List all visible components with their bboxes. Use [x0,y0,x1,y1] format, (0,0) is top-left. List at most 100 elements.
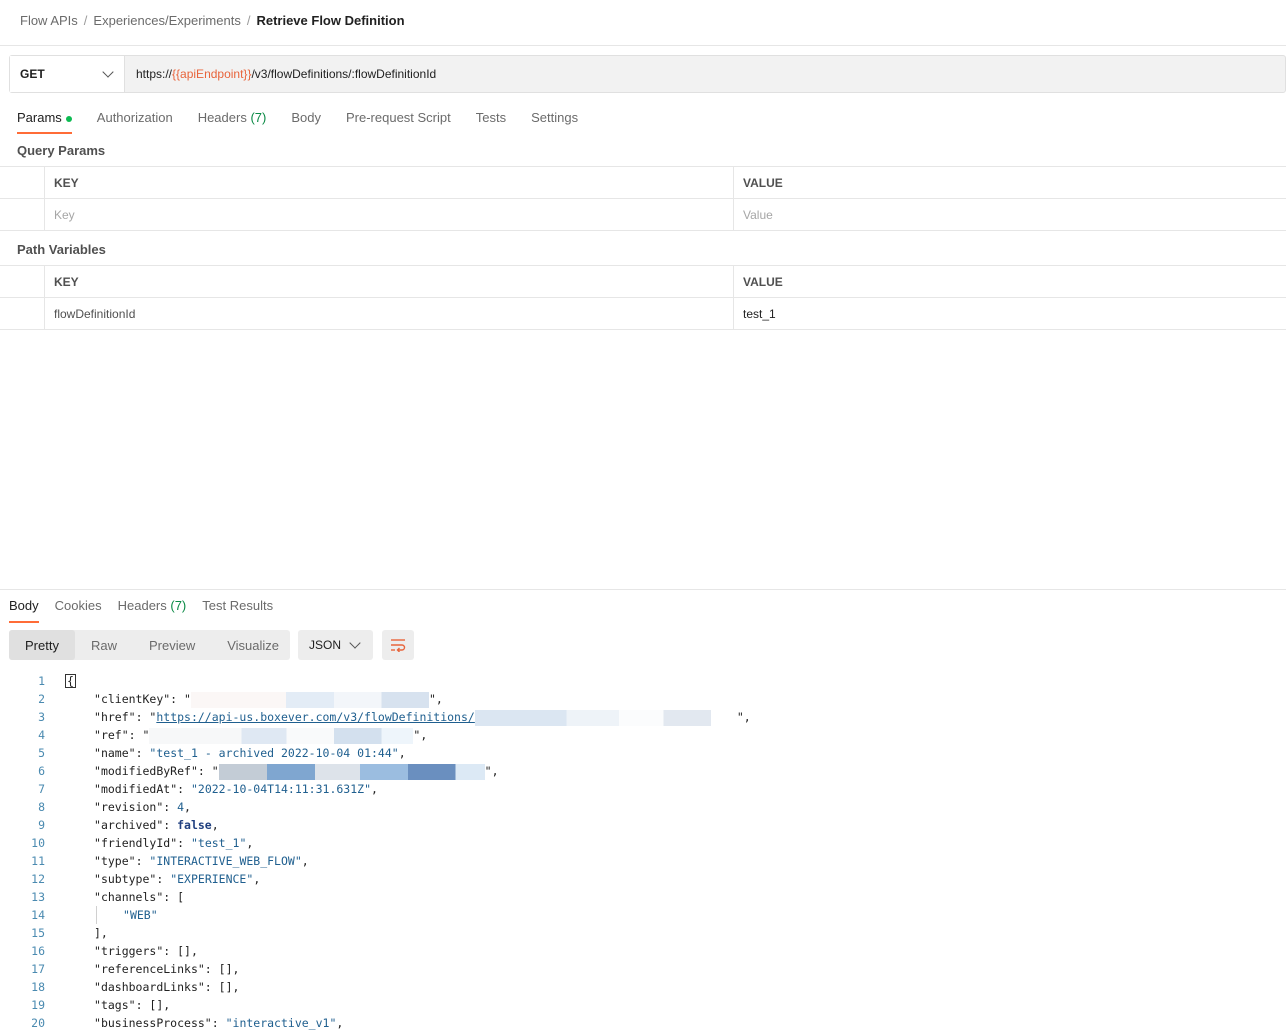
response-tab-headers[interactable]: Headers (7) [118,598,187,622]
breadcrumb-item-experiences[interactable]: Experiences/Experiments [93,13,240,28]
key-column-header: KEY [45,167,734,198]
view-preview-button[interactable]: Preview [133,630,211,660]
tab-headers[interactable]: Headers (7) [198,110,267,133]
json-empty-array: [] [218,980,233,994]
wrap-lines-icon [391,639,406,652]
tab-headers-count: (7) [250,110,267,125]
json-key: subtype [100,872,150,886]
code-line: 1{ [0,672,1286,690]
row-gutter [0,199,45,230]
code-line: 8 "revision": 4, [0,798,1286,816]
line-number: 11 [31,854,45,868]
json-key: name [100,746,129,760]
query-params-title: Query Params [17,143,106,158]
code-line: 3 "href": "https://api-us.boxever.com/v3/… [0,708,1286,726]
code-line: 12 "subtype": "EXPERIENCE", [0,870,1286,888]
tab-tests[interactable]: Tests [476,110,506,133]
line-number: 4 [38,728,45,742]
row-gutter [0,298,45,329]
code-line: 5 "name": "test_1 - archived 2022-10-04 0… [0,744,1286,762]
json-string-value: INTERACTIVE_WEB_FLOW [156,854,295,868]
line-number: 14 [31,908,45,922]
tab-pre-request-script[interactable]: Pre-request Script [346,110,451,133]
redacted-value [218,763,485,780]
line-number: 8 [38,800,45,814]
wrap-lines-button[interactable] [382,630,414,660]
path-value-cell[interactable]: test_1 [734,298,1286,329]
line-number: 10 [31,836,45,850]
redacted-value [474,709,737,726]
page-title[interactable]: Retrieve Flow Definition [256,13,404,28]
table-header-row: KEY VALUE [0,167,1286,199]
value-column-header: VALUE [743,175,783,190]
query-params-table: KEY VALUE [0,166,1286,231]
tab-authorization[interactable]: Authorization [97,110,173,133]
format-select[interactable]: JSON [298,630,373,660]
line-number: 6 [38,764,45,778]
response-code-viewer[interactable]: 1{ 2 "clientKey": " ", 3 "href": "https://a… [0,672,1286,1032]
response-tab-body[interactable]: Body [9,598,39,623]
close-bracket: ], [94,926,108,940]
code-line: 13 "channels": [ [0,888,1286,906]
method-select[interactable]: GET [10,56,125,92]
line-number: 19 [31,998,45,1012]
tab-settings-label: Settings [531,110,579,125]
response-tab-cookies[interactable]: Cookies [55,598,102,622]
code-line: 19 "tags": [], [0,996,1286,1014]
table-row [0,199,1286,231]
json-key: ref [100,728,122,742]
json-key: modifiedByRef [100,764,191,778]
row-gutter [0,266,45,297]
breadcrumb: Flow APIs / Experiences/Experiments / Re… [20,13,405,28]
view-pretty-button[interactable]: Pretty [9,630,75,660]
chevron-down-icon [349,637,361,649]
json-empty-array: [] [149,998,164,1012]
json-key: tags [100,998,129,1012]
view-mode-group: Pretty Raw Preview Visualize [9,630,290,660]
query-key-input[interactable] [54,207,733,222]
response-tab-headers-count: (7) [170,598,187,613]
response-tab-cookies-label: Cookies [54,598,102,613]
json-key: type [100,854,129,868]
url-input[interactable]: https://{{apiEndpoint}}/v3/flowDefinitio… [125,56,436,92]
code-line: 10 "friendlyId": "test_1", [0,834,1286,852]
redacted-value [190,691,429,708]
response-tab-body-label: Body [9,598,39,613]
response-tab-test-results[interactable]: Test Results [202,598,273,622]
response-tab-headers-label: Headers [117,598,167,613]
tab-tests-label: Tests [475,110,507,125]
key-column-header: KEY [45,266,734,297]
view-raw-button[interactable]: Raw [75,630,133,660]
json-empty-array: [] [177,944,191,958]
tab-params-label: Params [17,110,62,125]
json-string-value: interactive_v1 [232,1016,330,1030]
line-number: 7 [38,782,45,796]
json-key: archived [100,818,157,832]
breadcrumb-item-flow-apis[interactable]: Flow APIs [20,13,78,28]
response-tab-test-results-label: Test Results [202,598,274,613]
query-value-input[interactable] [743,207,1286,222]
view-visualize-button[interactable]: Visualize [211,630,295,660]
json-key: friendlyId [100,836,171,850]
response-divider[interactable] [0,589,1286,590]
tab-body[interactable]: Body [291,110,321,133]
header-divider [0,45,1286,46]
code-line: 14 "WEB" [0,906,1286,924]
redacted-value [149,727,414,744]
json-key: triggers [100,944,157,958]
json-key: revision [100,800,157,814]
query-value-cell [734,199,1286,230]
path-variables-table: KEY VALUE flowDefinitionId test_1 [0,265,1286,330]
line-number: 20 [31,1016,45,1030]
table-header-row: KEY VALUE [0,266,1286,298]
tab-params[interactable]: Params [17,110,72,134]
json-boolean-value: false [177,818,212,832]
code-line: 16 "triggers": [], [0,942,1286,960]
line-number: 2 [38,692,45,706]
href-link[interactable]: https://api-us.boxever.com/v3/flowDefini… [156,710,475,724]
line-number: 16 [31,944,45,958]
code-line: 11 "type": "INTERACTIVE_WEB_FLOW", [0,852,1286,870]
params-active-dot [65,115,72,122]
breadcrumb-separator: / [246,13,251,28]
tab-settings[interactable]: Settings [531,110,578,133]
